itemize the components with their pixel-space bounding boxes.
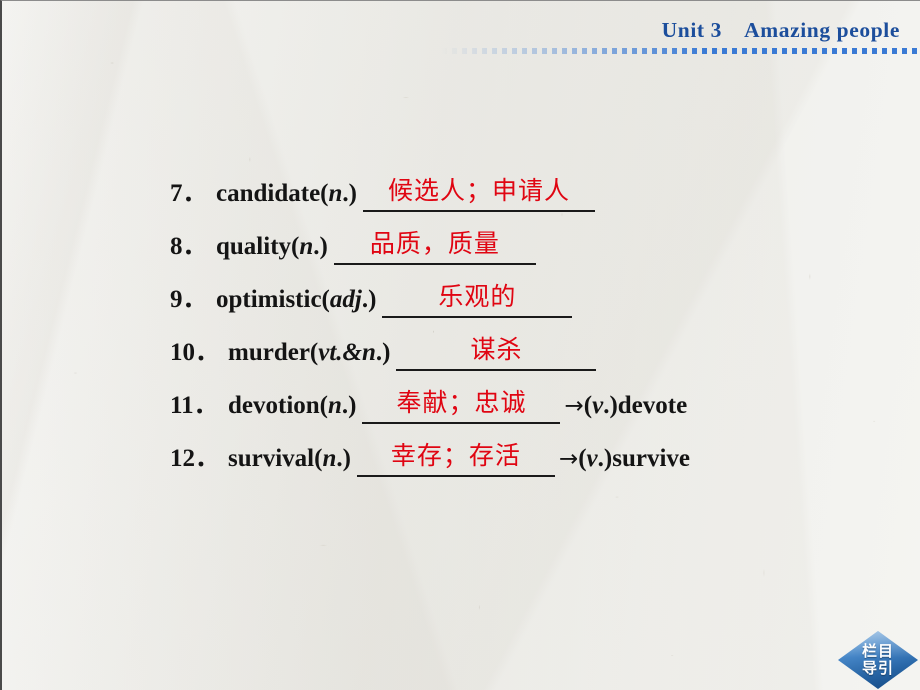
- slide-header: Unit 3 Amazing people: [2, 9, 920, 54]
- vocab-term-part-of-speech: vt.&n: [318, 339, 376, 366]
- vocab-term-close-paren: .): [342, 180, 357, 207]
- derived-part-of-speech: v: [592, 392, 604, 419]
- derived-word: .)devote: [603, 392, 688, 419]
- vocab-row: 7． candidate(n.) 候选人；申请人: [170, 159, 870, 212]
- vocab-answer-blank[interactable]: 候选人；申请人: [362, 172, 595, 212]
- vocab-term-close-paren: .): [375, 339, 391, 366]
- derived-open-paren: (: [578, 445, 587, 472]
- nav-badge-label: 栏目 导引: [838, 631, 918, 689]
- vocab-index: 8．: [170, 233, 208, 260]
- vocab-row: 12． survival(n.) 幸存；存活 →(v.)survive: [170, 424, 870, 477]
- vocab-term-close-paren: .): [361, 286, 377, 313]
- vocab-index: 7．: [170, 180, 208, 207]
- vocab-term: murder(vt.&n.): [216, 340, 390, 371]
- vocab-term: quality(n.): [204, 234, 328, 265]
- derived-part-of-speech: v: [586, 445, 598, 472]
- nav-badge-line1: 栏目: [861, 642, 894, 660]
- vocab-answer-blank[interactable]: 乐观的: [382, 278, 573, 318]
- vocab-term-part-of-speech: n: [328, 180, 343, 207]
- vocab-chinese-gloss: 幸存；存活: [390, 441, 521, 470]
- vocab-term: optimistic(adj.): [204, 287, 376, 318]
- vocab-index: 12．: [170, 445, 221, 472]
- vocab-answer-blank[interactable]: 奉献；忠诚: [362, 384, 561, 424]
- vocab-derived-form: →(v.)devote: [560, 393, 687, 424]
- vocab-answer-blank[interactable]: 品质，质量: [333, 225, 536, 265]
- vocab-index: 10．: [170, 339, 221, 366]
- vocab-term-part-of-speech: n: [322, 445, 337, 472]
- nav-badge-button[interactable]: 栏目 导引: [838, 631, 918, 689]
- vocab-chinese-gloss: 品质，质量: [369, 229, 500, 258]
- vocab-term-word: survival(: [228, 445, 323, 472]
- vocab-term-part-of-speech: n: [328, 392, 342, 419]
- vocab-term-word: candidate(: [216, 180, 329, 207]
- unit-title: Unit 3 Amazing people: [661, 18, 900, 42]
- vocab-chinese-gloss: 候选人；申请人: [387, 176, 570, 205]
- vocab-term: candidate(n.): [204, 181, 357, 212]
- vocab-term: survival(n.): [216, 446, 351, 477]
- vocab-chinese-gloss: 乐观的: [438, 282, 517, 311]
- vocab-term-word: quality(: [216, 233, 300, 260]
- vocab-term: devotion(n.): [216, 393, 356, 424]
- derived-word: .)survive: [597, 445, 691, 472]
- vocab-term-close-paren: .): [336, 445, 351, 472]
- vocabulary-list: 7． candidate(n.) 候选人；申请人 8． quality(n.) 品质，质量…: [170, 159, 870, 477]
- vocab-term-word: devotion(: [228, 392, 328, 419]
- header-dotted-rule: [442, 48, 920, 54]
- slide-canvas: Unit 3 Amazing people 7． candidate(n.) 候选人…: [0, 0, 920, 690]
- vocab-term-part-of-speech: adj: [329, 286, 362, 313]
- arrow-right-icon: →: [564, 393, 584, 419]
- vocab-index: 9．: [170, 286, 208, 313]
- derived-open-paren: (: [583, 392, 593, 419]
- vocab-derived-form: →(v.)survive: [555, 446, 690, 477]
- vocab-chinese-gloss: 谋杀: [470, 335, 523, 364]
- vocab-answer-blank[interactable]: 谋杀: [396, 331, 597, 371]
- vocab-term-close-paren: .): [313, 233, 328, 260]
- vocab-term-close-paren: .): [341, 392, 357, 419]
- vocab-index: 11．: [170, 392, 219, 419]
- vocab-term-word: murder(: [228, 339, 319, 366]
- vocab-row: 11． devotion(n.) 奉献；忠诚 →(v.)devote: [170, 371, 870, 424]
- arrow-right-icon: →: [558, 446, 579, 472]
- vocab-chinese-gloss: 奉献；忠诚: [396, 388, 527, 417]
- nav-badge-line2: 导引: [861, 659, 894, 677]
- vocab-answer-blank[interactable]: 幸存；存活: [356, 437, 555, 477]
- vocab-row: 9． optimistic(adj.) 乐观的: [170, 265, 870, 318]
- vocab-term-word: optimistic(: [216, 286, 330, 313]
- vocab-row: 8． quality(n.) 品质，质量: [170, 212, 870, 265]
- vocab-row: 10． murder(vt.&n.) 谋杀: [170, 318, 870, 371]
- vocab-term-part-of-speech: n: [299, 233, 314, 260]
